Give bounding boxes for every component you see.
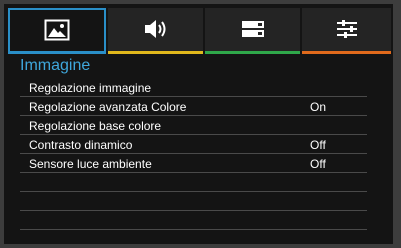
menu-item-value: On — [310, 100, 327, 114]
tab-audio[interactable] — [108, 8, 203, 54]
tab-options-indicator — [302, 51, 391, 54]
tab-setup[interactable] — [205, 8, 300, 54]
menu-item-advanced-color[interactable]: Regolazione avanzata Colore On — [20, 97, 367, 116]
tab-options[interactable] — [302, 8, 391, 54]
tab-image[interactable] — [8, 8, 106, 54]
menu-item-empty — [20, 173, 367, 192]
speaker-icon — [142, 18, 170, 45]
menu-item-dynamic-contrast[interactable]: Contrasto dinamico Off — [20, 135, 367, 154]
menu-item-value: Off — [310, 157, 326, 171]
menu-item-empty — [20, 192, 367, 211]
section-title: Immagine — [20, 57, 91, 74]
menu-item-value: Off — [310, 138, 326, 152]
menu-item-label: Regolazione avanzata Colore — [29, 100, 187, 114]
menu-item-basic-color[interactable]: Regolazione base colore — [20, 116, 367, 135]
menu-item-empty — [20, 211, 367, 230]
tab-image-indicator — [8, 51, 106, 54]
menu-item-label: Regolazione base colore — [29, 119, 162, 133]
menu-item-label: Contrasto dinamico — [29, 138, 133, 152]
menu-item-ambient-light-sensor[interactable]: Sensore luce ambiente Off — [20, 154, 367, 173]
image-icon — [44, 19, 70, 46]
adjust-sliders-icon — [334, 18, 360, 45]
menu-item-label: Regolazione immagine — [29, 81, 152, 95]
tab-audio-indicator — [108, 51, 203, 54]
menu-list: Regolazione immagine Regolazione avanzat… — [20, 78, 367, 230]
menu-item-label: Sensore luce ambiente — [29, 157, 152, 171]
tab-bar — [8, 8, 391, 54]
tab-setup-indicator — [205, 51, 300, 54]
setup-icon — [240, 18, 266, 45]
menu-item-picture-adjust[interactable]: Regolazione immagine — [20, 78, 367, 97]
osd-menu: Immagine Regolazione immagine Regolazion… — [4, 4, 393, 244]
